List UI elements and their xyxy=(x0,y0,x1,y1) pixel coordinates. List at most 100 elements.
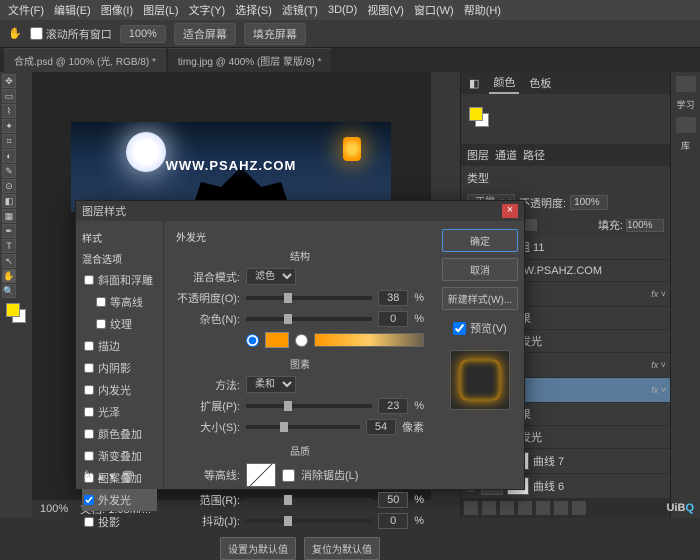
opacity-slider[interactable] xyxy=(246,296,372,300)
style-checkbox[interactable] xyxy=(84,275,94,285)
size-value[interactable]: 54 xyxy=(366,419,396,435)
mask-icon[interactable] xyxy=(500,501,514,515)
gradient-radio[interactable] xyxy=(295,334,308,347)
reset-default-button[interactable]: 复位为默认值 xyxy=(304,537,380,560)
gradient-tool-icon[interactable]: ▦ xyxy=(2,209,16,223)
style-item[interactable]: 外发光 xyxy=(82,489,157,511)
range-slider[interactable] xyxy=(246,498,372,502)
style-item[interactable]: 等高线 xyxy=(82,291,157,313)
antialias-checkbox[interactable] xyxy=(282,469,295,482)
fx-add-icon[interactable]: fx xyxy=(84,470,92,483)
hand-tool-icon[interactable]: ✋ xyxy=(2,269,16,283)
fx-badge[interactable]: fx ˅ xyxy=(651,289,666,299)
noise-value[interactable]: 0 xyxy=(378,311,408,327)
crop-tool-icon[interactable]: ⌗ xyxy=(2,134,16,148)
styles-header[interactable]: 样式 xyxy=(82,227,157,248)
spread-slider[interactable] xyxy=(246,404,372,408)
style-checkbox[interactable] xyxy=(84,451,94,461)
blend-options-header[interactable]: 混合选项 xyxy=(82,248,157,269)
style-checkbox[interactable] xyxy=(84,341,94,351)
style-item[interactable]: 描边 xyxy=(82,335,157,357)
color-picker-swatches[interactable] xyxy=(469,107,493,131)
stamp-tool-icon[interactable]: ⊙ xyxy=(2,179,16,193)
style-item[interactable]: 颜色叠加 xyxy=(82,423,157,445)
brush-tool-icon[interactable]: ✎ xyxy=(2,164,16,178)
contour-picker[interactable] xyxy=(246,463,276,487)
style-checkbox[interactable] xyxy=(84,385,94,395)
style-checkbox[interactable] xyxy=(84,517,94,527)
tab-swatches[interactable]: 色板 xyxy=(525,73,555,93)
doc-tab-1[interactable]: 合成.psd @ 100% (光, RGB/8) * xyxy=(4,48,166,72)
zoom-100-button[interactable]: 100% xyxy=(120,25,166,43)
style-item[interactable]: 斜面和浮雕 xyxy=(82,269,157,291)
jitter-value[interactable]: 0 xyxy=(378,513,408,529)
style-item[interactable]: 投影 xyxy=(82,511,157,533)
menu-image[interactable]: 图像(I) xyxy=(101,2,133,18)
ok-button[interactable]: 确定 xyxy=(442,229,518,252)
path-tool-icon[interactable]: ↖ xyxy=(2,254,16,268)
glow-color-box[interactable] xyxy=(265,332,289,348)
lock-all-icon[interactable] xyxy=(525,219,537,231)
style-checkbox[interactable] xyxy=(84,495,94,505)
color-swatches[interactable] xyxy=(6,303,26,323)
doc-tab-2[interactable]: timg.jpg @ 400% (图层 蒙版/8) * xyxy=(168,48,332,72)
style-item[interactable]: 内发光 xyxy=(82,379,157,401)
type-tool-icon[interactable]: T xyxy=(2,239,16,253)
style-checkbox[interactable] xyxy=(96,319,106,329)
preview-checkbox[interactable]: 预览(V) xyxy=(453,320,507,336)
style-checkbox[interactable] xyxy=(84,407,94,417)
size-slider[interactable] xyxy=(246,425,360,429)
style-checkbox[interactable] xyxy=(84,429,94,439)
lasso-tool-icon[interactable]: ⌇ xyxy=(2,104,16,118)
menu-type[interactable]: 文字(Y) xyxy=(189,2,226,18)
style-checkbox[interactable] xyxy=(84,363,94,373)
style-checkbox[interactable] xyxy=(96,297,106,307)
eraser-tool-icon[interactable]: ◧ xyxy=(2,194,16,208)
new-layer-icon[interactable] xyxy=(554,501,568,515)
new-style-button[interactable]: 新建样式(W)... xyxy=(442,287,518,310)
canvas[interactable]: WWW.PSAHZ.COM xyxy=(71,122,391,212)
group-icon[interactable] xyxy=(536,501,550,515)
cancel-button[interactable]: 取消 xyxy=(442,258,518,281)
libraries-button[interactable] xyxy=(676,117,696,133)
color-radio[interactable] xyxy=(246,334,259,347)
style-item[interactable]: 光泽 xyxy=(82,401,157,423)
menu-view[interactable]: 视图(V) xyxy=(367,2,404,18)
opacity-input[interactable] xyxy=(570,195,608,210)
menu-window[interactable]: 窗口(W) xyxy=(414,2,454,18)
menu-filter[interactable]: 滤镜(T) xyxy=(282,2,318,18)
dialog-titlebar[interactable]: 图层样式 × xyxy=(76,201,524,221)
range-value[interactable]: 50 xyxy=(378,492,408,508)
method-dropdown[interactable]: 柔和 xyxy=(246,376,296,393)
close-icon[interactable]: × xyxy=(502,204,518,218)
tab-paths[interactable]: 路径 xyxy=(523,147,545,163)
set-default-button[interactable]: 设置为默认值 xyxy=(220,537,296,560)
menu-select[interactable]: 选择(S) xyxy=(235,2,272,18)
scroll-all-checkbox[interactable]: 滚动所有窗口 xyxy=(30,26,112,42)
learn-button[interactable] xyxy=(676,76,696,92)
zoom-tool-icon[interactable]: 🔍 xyxy=(2,284,16,298)
link-layers-icon[interactable] xyxy=(464,501,478,515)
tab-channels[interactable]: 通道 xyxy=(495,147,517,163)
fit-screen-button[interactable]: 适合屏幕 xyxy=(174,23,236,45)
fx-down-icon[interactable]: ▾ xyxy=(109,470,115,483)
blend-mode-dropdown[interactable]: 滤色 xyxy=(246,268,296,285)
style-item[interactable]: 纹理 xyxy=(82,313,157,335)
status-zoom[interactable]: 100% xyxy=(40,503,68,515)
trash-icon[interactable] xyxy=(572,501,586,515)
spread-value[interactable]: 23 xyxy=(378,398,408,414)
style-item[interactable]: 内阴影 xyxy=(82,357,157,379)
menu-help[interactable]: 帮助(H) xyxy=(464,2,501,18)
menu-edit[interactable]: 编辑(E) xyxy=(54,2,91,18)
adjustment-icon[interactable] xyxy=(518,501,532,515)
opacity-value[interactable]: 38 xyxy=(378,290,408,306)
style-item[interactable]: 渐变叠加 xyxy=(82,445,157,467)
move-tool-icon[interactable]: ✥ xyxy=(2,74,16,88)
jitter-slider[interactable] xyxy=(246,519,372,523)
foreground-color[interactable] xyxy=(6,303,20,317)
menu-layer[interactable]: 图层(L) xyxy=(143,2,178,18)
pen-tool-icon[interactable]: ✒ xyxy=(2,224,16,238)
marquee-tool-icon[interactable]: ▭ xyxy=(2,89,16,103)
fill-screen-button[interactable]: 填充屏幕 xyxy=(244,23,306,45)
glow-gradient-box[interactable] xyxy=(314,333,424,347)
